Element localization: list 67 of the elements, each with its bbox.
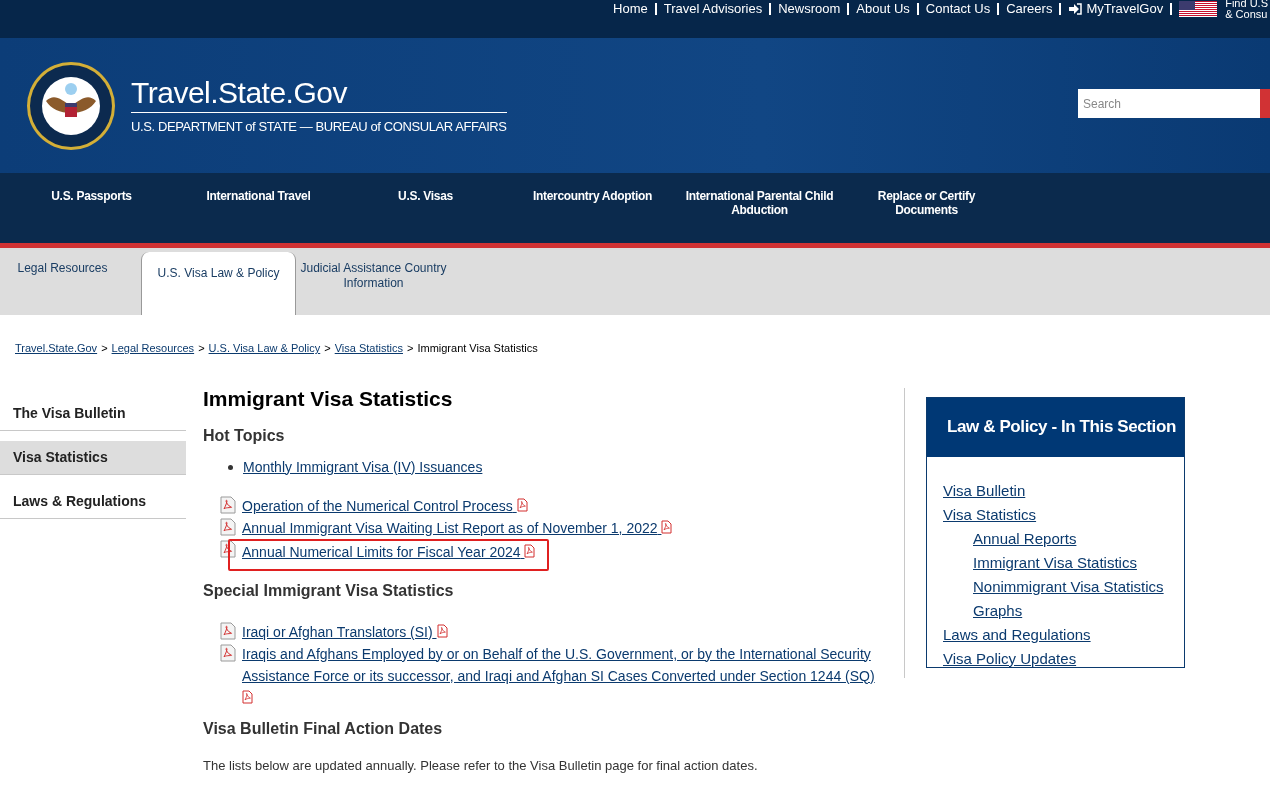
breadcrumb-link[interactable]: Visa Statistics [334,340,403,357]
section-text: The lists below are updated annually. Please refer to the Visa Bulletin page for final action dates. [203,756,759,775]
login-icon [1068,3,1083,15]
section-link[interactable]: Nonimmigrant Visa Statistics [973,577,1164,595]
section-link[interactable]: Visa Bulletin [943,481,1026,499]
utility-link[interactable]: Newsroom [778,0,841,19]
utility-link[interactable]: Careers [1006,0,1053,19]
nav-link[interactable]: International Travel [175,189,342,203]
breadcrumb-separator: > [198,341,205,356]
breadcrumb-link[interactable]: Travel.State.Gov [15,340,98,357]
section-heading: Special Immigrant Visa Statistics [203,580,455,601]
nav-link[interactable]: U.S. Passports [8,189,175,203]
nav-link[interactable]: International Parental Child Abduction [676,189,843,217]
site-subtitle: U.S. DEPARTMENT of STATE — BUREAU of CONSULAR AFFAIRS [131,119,507,135]
pdf-icon [524,543,536,558]
utility-link[interactable]: Contact Us [925,0,991,19]
document-link[interactable]: Iraqi or Afghan Translators (SI) [242,620,448,643]
section-link[interactable]: Visa Statistics [943,505,1037,523]
search-button[interactable] [1260,89,1270,118]
breadcrumb-current: Immigrant Visa Statistics [417,341,538,356]
section-link[interactable]: Laws and Regulations [943,625,1091,643]
document-link[interactable]: Iraqis and Afghans Employed by or on Behalf of the U.S. Government, or by the International Security Assistance Force or its successor, and Iraqi and Afghan SI Cases Converted under Section 1244 (SQ) [242,642,881,709]
embassy-link[interactable]: & Consu [1225,9,1268,20]
section-heading: Hot Topics [203,425,286,446]
document-link[interactable]: Annual Numerical Limits for Fiscal Year 2024 [242,540,536,563]
pdf-icon [242,689,253,704]
flag-icon [1179,1,1218,17]
pdf-document-icon [220,517,236,536]
pdf-icon [516,497,528,512]
section-link[interactable]: Visa Policy Updates [943,649,1077,667]
pdf-document-icon [220,495,236,514]
breadcrumb-link[interactable]: Legal Resources [111,340,195,357]
sub-tab[interactable]: U.S. Visa Law & Policy [141,252,296,315]
site-title[interactable]: Travel.State.Gov [131,76,507,113]
sidebar-item[interactable]: Visa Statistics [0,440,186,475]
nav-link[interactable]: Replace or Certify Documents [843,189,1010,217]
page-title: Immigrant Visa Statistics [203,385,454,412]
section-link[interactable]: Graphs [973,601,1023,619]
pdf-icon [436,623,448,638]
sidebar-item[interactable]: Laws & Regulations [0,484,186,519]
document-link[interactable]: Annual Immigrant Visa Waiting List Report as of November 1, 2022 [242,516,673,539]
nav-link[interactable]: U.S. Visas [342,189,509,203]
search-field[interactable]: Search [1078,89,1260,118]
breadcrumb-separator: > [406,341,414,356]
pdf-icon [661,519,673,534]
sub-tab[interactable]: Judicial Assistance Country Information [296,252,451,315]
pdf-document-icon [220,621,236,640]
document-link[interactable]: Monthly Immigrant Visa (IV) Issuances [243,455,483,478]
pdf-document-icon [220,643,236,662]
breadcrumb-separator: > [324,341,331,356]
seal-icon [26,60,116,151]
breadcrumb-separator: > [101,341,108,356]
document-link[interactable]: Operation of the Numerical Control Process [242,494,528,517]
utility-link[interactable]: Home [613,0,648,19]
sidebar-item[interactable]: The Visa Bulletin [0,396,186,431]
breadcrumb-link[interactable]: U.S. Visa Law & Policy [208,340,321,357]
utility-link[interactable]: Travel Advisories [663,0,763,19]
sub-tab[interactable]: Legal Resources [0,252,125,315]
embassy-link[interactable]: Find U.S [1225,0,1268,9]
bullet-icon [228,464,233,470]
nav-link[interactable]: Intercountry Adoption [509,189,676,203]
section-link[interactable]: Annual Reports [973,529,1077,547]
utility-link[interactable]: About Us [856,0,910,19]
section-link[interactable]: Immigrant Visa Statistics [973,553,1137,571]
section-box-title: Law & Policy - In This Section [927,397,1184,457]
utility-link[interactable]: MyTravelGov [1086,0,1164,19]
section-heading: Visa Bulletin Final Action Dates [203,718,444,739]
